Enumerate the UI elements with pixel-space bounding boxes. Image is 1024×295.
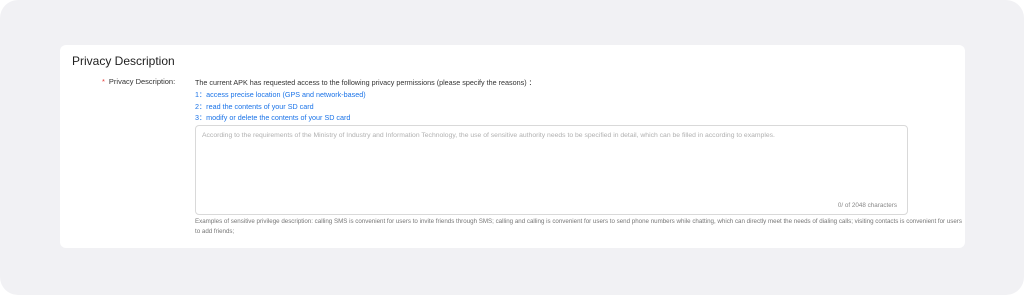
permissions-intro: The current APK has requested access to … (195, 78, 536, 87)
permission-list: 1：access precise location (GPS and netwo… (195, 89, 366, 124)
privacy-reason-textarea-box: 0/ of 2048 characters (195, 125, 908, 215)
field-label-text: Privacy Description: (108, 77, 176, 86)
privacy-reason-textarea[interactable] (202, 132, 898, 198)
permission-item-modify-sd: 3：modify or delete the contents of your … (195, 113, 351, 122)
permission-item-read-sd: 2：read the contents of your SD card (195, 101, 314, 111)
page-background: Privacy Description * Privacy Description… (0, 0, 1024, 295)
section-title: Privacy Description (72, 54, 175, 68)
examples-hint: Examples of sensitive privilege descript… (195, 218, 962, 235)
character-count: 0/ of 2048 characters (837, 202, 897, 209)
privacy-description-card: Privacy Description * Privacy Description… (60, 45, 965, 248)
permission-item-location: 1：access precise location (GPS and netwo… (195, 90, 366, 99)
privacy-description-label: * Privacy Description: (102, 77, 175, 86)
required-mark: * (102, 77, 105, 86)
